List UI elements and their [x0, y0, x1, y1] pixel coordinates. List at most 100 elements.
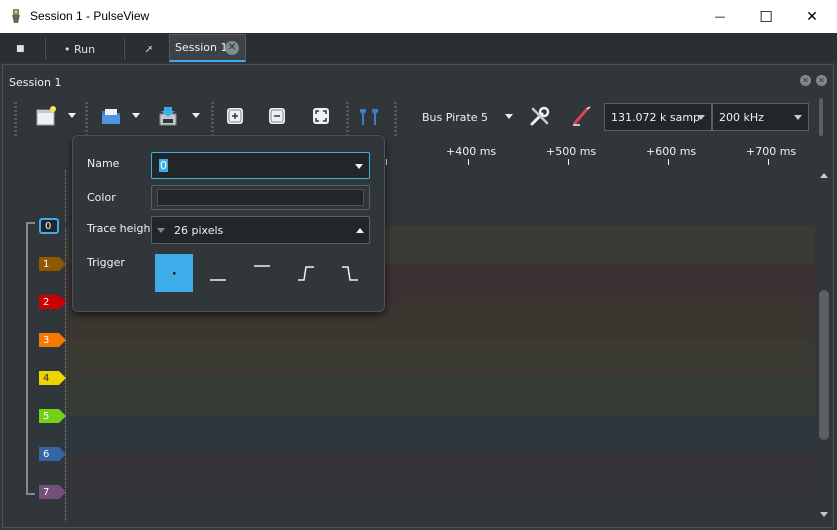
tick-label: +500 ms [546, 145, 597, 158]
lane-6 [66, 416, 815, 454]
stop-icon: ■ [16, 44, 25, 54]
ruler-tick [468, 159, 469, 165]
close-window-button[interactable]: ✕ [789, 0, 835, 33]
tick-label: +700 ms [746, 145, 797, 158]
maximize-button[interactable]: ☐ [743, 0, 789, 33]
scroll-up-icon[interactable] [820, 173, 828, 178]
channel-label-text: 3 [43, 334, 50, 346]
channel-label-1[interactable]: 1 [39, 257, 66, 271]
channel-label-4[interactable]: 4 [39, 371, 66, 385]
zoom-out-icon [269, 108, 285, 124]
color-picker-button[interactable] [151, 185, 370, 210]
toolbar-separator [346, 102, 349, 136]
ruler-tick [668, 159, 669, 165]
device-dropdown-icon [505, 114, 513, 119]
tab-separator [44, 38, 46, 60]
trigger-falling-button[interactable] [331, 254, 369, 292]
samplerate-value: 200 kHz [719, 110, 764, 124]
channel-label-5[interactable]: 5 [39, 409, 66, 423]
new-view-button[interactable] [33, 102, 59, 130]
probe-icon [573, 106, 591, 126]
save-dropdown-icon[interactable] [192, 113, 200, 118]
name-value: 0 [159, 159, 168, 172]
configure-device-button[interactable] [527, 102, 553, 130]
show-cursors-button[interactable] [356, 102, 382, 130]
lane-7 [66, 454, 815, 492]
panel-float-icon[interactable]: ✕ [800, 75, 811, 86]
save-icon [159, 107, 177, 126]
stop-button[interactable]: ■ [16, 36, 25, 62]
sample-count-combo[interactable]: 131.072 k sample [604, 103, 712, 131]
panel-title: Session 1 [9, 76, 62, 89]
toolbar-separator [394, 102, 397, 136]
scroll-down-icon[interactable] [820, 512, 828, 517]
pin-button[interactable]: † [143, 36, 154, 62]
trigger-falling-icon [342, 266, 358, 281]
probe-config-button[interactable] [569, 102, 595, 130]
channel-label-3[interactable]: 3 [39, 333, 66, 347]
save-button[interactable] [155, 102, 181, 130]
trigger-high-icon [254, 265, 270, 267]
channel-label-6[interactable]: 6 [39, 447, 66, 461]
channel-group-bracket [26, 222, 35, 495]
tab-session-1[interactable]: Session 1 ✕ [169, 34, 246, 62]
channel-label-2[interactable]: 2 [39, 295, 66, 309]
trigger-rising-button[interactable] [287, 254, 325, 292]
toolbar-handle[interactable] [14, 102, 17, 136]
toolbar-extension-handle[interactable] [819, 98, 823, 136]
zoom-out-button[interactable] [265, 102, 289, 130]
trace-height-spinbox[interactable]: 26 pixels [151, 216, 370, 244]
main-tab-bar: ■ • Run † Session 1 ✕ [0, 33, 837, 62]
run-button[interactable]: • Run [64, 36, 95, 62]
trigger-low-icon [210, 279, 226, 281]
decrease-icon[interactable] [157, 228, 165, 233]
trace-height-value: 26 pixels [174, 223, 224, 237]
lane-4 [66, 340, 815, 378]
minimize-button[interactable]: — [697, 0, 743, 33]
trigger-high-button[interactable] [243, 254, 281, 292]
channel-label-text: 2 [43, 296, 50, 308]
scroll-thumb[interactable] [819, 290, 829, 440]
trigger-low-button[interactable] [199, 254, 237, 292]
configure-icon [530, 106, 550, 126]
device-selector[interactable]: Bus Pirate 5 [415, 103, 525, 131]
window-titlebar: Session 1 - PulseView — ☐ ✕ [0, 0, 837, 33]
panel-close-icon[interactable]: ✕ [816, 75, 827, 86]
channel-label-text: 5 [43, 410, 50, 422]
channel-properties-popup: Name 0 Color Trace height 26 pixels Trig… [72, 135, 385, 312]
channel-label-text: 0 [45, 220, 52, 232]
run-label: • Run [64, 42, 96, 56]
device-name: Bus Pirate 5 [422, 110, 489, 124]
toolbar-separator [211, 102, 214, 136]
lane-5 [66, 378, 815, 416]
samplerate-combo[interactable]: 200 kHz [712, 103, 809, 131]
zoom-fit-button[interactable] [309, 102, 333, 130]
channel-label-text: 1 [43, 258, 50, 270]
zoom-in-button[interactable] [223, 102, 247, 130]
trigger-none-button[interactable] [155, 254, 193, 292]
increase-icon[interactable] [356, 228, 364, 233]
minimize-icon: — [714, 10, 726, 23]
session-tab-label: Session 1 [175, 41, 228, 54]
color-swatch [157, 189, 364, 206]
channel-label-7[interactable]: 7 [39, 485, 66, 499]
sample-count-dropdown-icon [697, 115, 705, 120]
open-dropdown-icon[interactable] [132, 113, 140, 118]
close-tab-icon[interactable]: ✕ [225, 41, 239, 55]
ruler-tick [386, 159, 387, 165]
sample-count-value: 131.072 k sample [611, 110, 701, 124]
new-view-dropdown-icon[interactable] [68, 113, 76, 118]
channel-label-0[interactable]: 0 [39, 218, 59, 234]
trigger-rising-icon [298, 266, 314, 281]
window-title: Session 1 - PulseView [30, 9, 150, 23]
new-view-icon [36, 106, 56, 126]
name-label: Name [87, 157, 120, 170]
name-combo[interactable]: 0 [151, 152, 370, 179]
vertical-scrollbar[interactable] [817, 170, 832, 522]
zoom-fit-icon [313, 108, 329, 124]
open-icon [102, 109, 120, 124]
tab-separator [123, 38, 125, 60]
open-button[interactable] [98, 102, 124, 130]
pulseview-app-icon [12, 9, 20, 23]
channel-label-text: 7 [43, 486, 50, 498]
